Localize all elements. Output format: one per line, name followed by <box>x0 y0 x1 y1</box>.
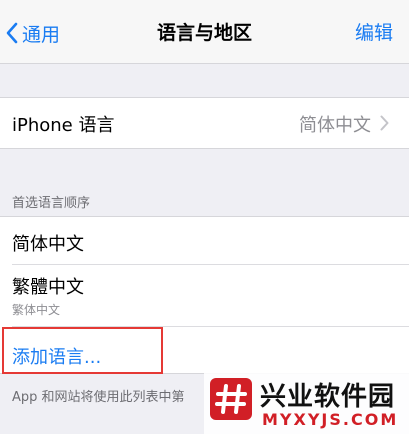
page-title: 语言与地区 <box>156 22 252 44</box>
hash-logo-icon <box>215 384 247 414</box>
watermark: 兴业软件园 MYXYJS.COM <box>204 370 409 434</box>
language-item-label: 简体中文 <box>12 234 84 255</box>
watermark-logo <box>210 378 252 420</box>
preferred-languages-header: 首选语言顺序 <box>12 196 91 211</box>
edit-button[interactable]: 编辑 <box>355 18 393 48</box>
footer-note: App 和网站将使用此列表中第 <box>12 390 185 405</box>
navigation-bar: 通用 语言与地区 编辑 <box>0 0 409 64</box>
add-language-button[interactable]: 添加语言... <box>12 343 101 369</box>
iphone-language-row[interactable]: iPhone 语言 简体中文 <box>0 98 409 148</box>
iphone-language-group: iPhone 语言 简体中文 <box>0 97 409 149</box>
language-item-simplified-chinese[interactable]: 简体中文 <box>0 217 409 265</box>
iphone-language-value: 简体中文 <box>299 115 371 136</box>
language-item-sublabel: 繁体中文 <box>12 303 61 317</box>
watermark-url: MYXYJS.COM <box>262 410 399 429</box>
language-item-traditional-chinese[interactable]: 繁體中文 繁体中文 <box>0 265 409 327</box>
language-item-label: 繁體中文 <box>12 277 84 298</box>
watermark-name: 兴业软件园 <box>260 382 396 412</box>
chevron-right-icon <box>380 115 389 131</box>
iphone-language-label: iPhone 语言 <box>12 115 115 136</box>
